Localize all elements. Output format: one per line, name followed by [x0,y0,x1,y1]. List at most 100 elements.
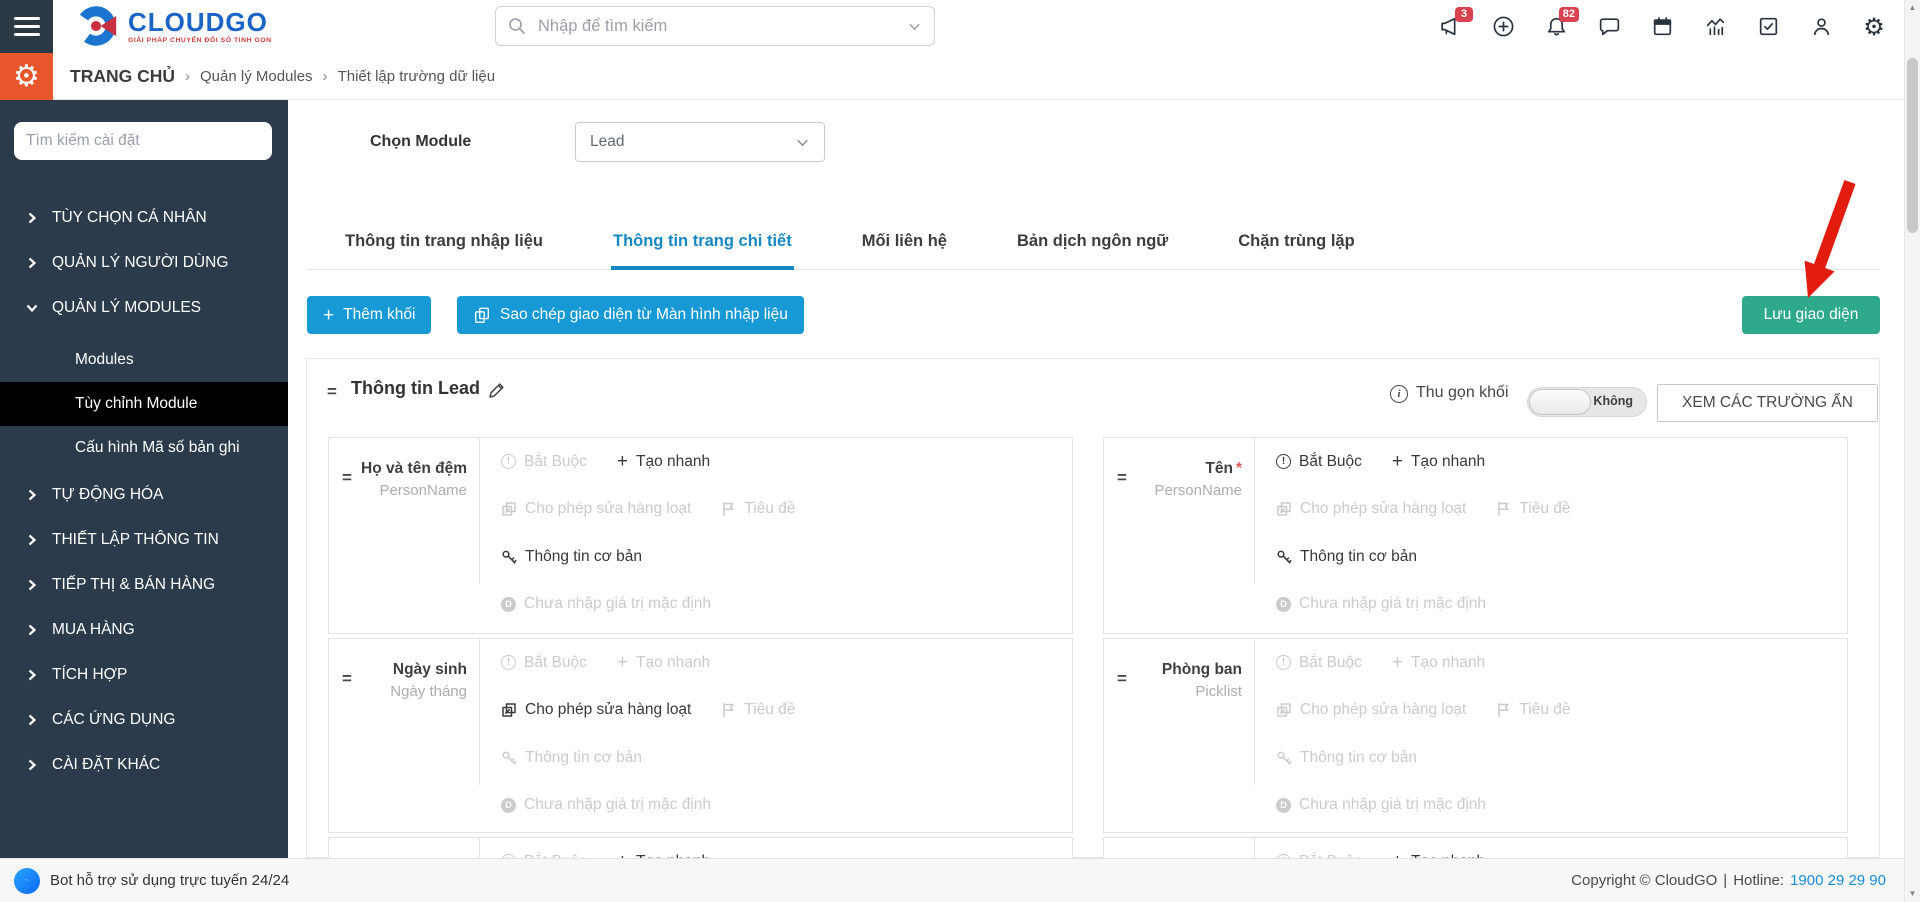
required-toggle[interactable]: !Bắt Buộc [501,453,587,471]
key-field-toggle[interactable]: Thông tin cơ bản [1276,749,1417,767]
header-field-toggle[interactable]: Tiêu đề [721,500,796,518]
tab-relationships[interactable]: Mối liên hệ [860,232,949,269]
vertical-scrollbar[interactable]: ▲ ▼ [1904,0,1920,902]
divider [1254,438,1255,584]
default-value-toggle[interactable]: D Chưa nhập giá trị mặc định [1276,595,1486,613]
sidebar-item-other-settings[interactable]: CÀI ĐẶT KHÁC [0,742,288,787]
required-toggle[interactable]: !Bắt Buộc [1276,453,1362,471]
divider [1254,639,1255,785]
bell-icon[interactable]: 82 [1543,6,1579,40]
edit-pencil-icon[interactable] [487,381,506,400]
save-layout-button[interactable]: Lưu giao diện [1742,296,1880,334]
sidebar-item-automation[interactable]: TỰ ĐỘNG HÓA [0,472,288,517]
calendar-icon[interactable] [1649,14,1675,40]
breadcrumb-home[interactable]: TRANG CHỦ [70,66,175,87]
sidebar-item-marketing-sales[interactable]: TIẾP THỊ & BÁN HÀNG [0,562,288,607]
tab-input-page-info[interactable]: Thông tin trang nhập liệu [343,232,545,269]
quick-create-toggle[interactable]: +Tạo nhanh [617,653,710,672]
user-icon[interactable] [1808,14,1834,40]
flag-icon [723,702,734,718]
key-field-toggle[interactable]: Thông tin cơ bản [501,548,642,566]
hamburger-menu-button[interactable] [0,0,53,53]
hotline-number[interactable]: 1900 29 29 90 [1790,872,1886,889]
add-block-button[interactable]: + Thêm khối [307,296,432,334]
sidebar-item-label: QUẢN LÝ NGƯỜI DÙNG [52,253,229,271]
collapse-block-toggle[interactable]: Không [1527,387,1647,417]
breadcrumb-modules[interactable]: Quản lý Modules [200,68,313,85]
messenger-icon[interactable] [14,868,40,894]
cloudgo-logo[interactable]: CLOUDGO GIẢI PHÁP CHUYỂN ĐỔI SỐ TINH GỌN [74,4,272,48]
module-select[interactable]: Lead [575,122,825,162]
sidebar-item-module-management[interactable]: QUẢN LÝ MODULES [0,285,288,330]
view-hidden-fields-button[interactable]: XEM CÁC TRƯỜNG ẨN [1657,384,1878,422]
header-field-toggle[interactable]: Tiêu đề [1496,500,1571,518]
collapse-block-label: Thu gọn khối [1416,384,1509,401]
key-icon [1277,550,1292,564]
plus-circle-icon[interactable] [1490,14,1516,40]
megaphone-icon[interactable]: 3 [1437,6,1473,40]
sidebar-item-purchasing[interactable]: MUA HÀNG [0,607,288,652]
sidebar-item-integrations[interactable]: TÍCH HỢP [0,652,288,697]
tab-language-translation[interactable]: Bản dịch ngôn ngữ [1015,232,1170,269]
default-value-icon: D [1276,596,1291,612]
sidebar-item-info-setup[interactable]: THIẾT LẬP THÔNG TIN [0,517,288,562]
chevron-right-icon [28,212,37,223]
sidebar-item-personal-options[interactable]: TÙY CHỌN CÁ NHÂN [0,195,288,240]
required-toggle[interactable]: !Bắt Buộc [1276,654,1362,672]
gear-icon[interactable]: ⚙ [1861,14,1887,40]
scrollbar-thumb[interactable] [1907,58,1918,233]
sidebar-item-user-management[interactable]: QUẢN LÝ NGƯỜI DÙNG [0,240,288,285]
exclamation-circle-icon: ! [1276,655,1291,670]
global-search-input[interactable] [536,15,897,37]
sidebar-subitem-record-number-config[interactable]: Cấu hình Mã số bản ghi [0,426,288,470]
analytics-icon[interactable] [1702,14,1728,40]
quick-create-toggle[interactable]: +Tạo nhanh [1392,653,1485,672]
default-value-toggle[interactable]: D Chưa nhập giá trị mặc định [1276,796,1486,814]
default-value-toggle[interactable]: D Chưa nhập giá trị mặc định [501,796,711,814]
chevron-right-icon [28,714,37,725]
logo-title: CLOUDGO [128,6,268,37]
global-search[interactable] [495,6,935,46]
field-card-phong-ban: = Phòng ban Picklist ! Bắt Buộc + Tạo nhan… [1103,638,1848,833]
sidebar-item-apps[interactable]: CÁC ỨNG DỤNG [0,697,288,742]
support-bot-link[interactable]: Bot hỗ trợ sử dụng trực tuyến 24/24 [50,859,289,902]
key-field-toggle[interactable]: Thông tin cơ bản [501,749,642,767]
key-icon [1277,751,1292,765]
tab-detail-page-info[interactable]: Thông tin trang chi tiết [610,232,794,270]
cloudgo-logo-icon [76,6,117,46]
chevron-down-icon [26,304,38,312]
scroll-up-icon[interactable]: ▲ [1905,3,1920,12]
mass-edit-toggle[interactable]: Cho phép sửa hàng loạt [1276,701,1466,719]
default-value-toggle[interactable]: D Chưa nhập giá trị mặc định [501,595,711,613]
sidebar-item-label: MUA HÀNG [52,620,135,638]
quick-create-toggle[interactable]: +Tạo nhanh [617,452,710,471]
copyright-text: Copyright © CloudGO [1571,872,1718,889]
required-toggle[interactable]: !Bắt Buộc [501,654,587,672]
breadcrumb-field-setup[interactable]: Thiết lập trường dữ liệu [338,68,496,85]
sidebar-subitem-customize-module[interactable]: Tùy chỉnh Module [0,382,288,426]
block-title: Thông tin Lead [351,378,480,398]
header-field-toggle[interactable]: Tiêu đề [1496,701,1571,719]
sidebar-nav: TÙY CHỌN CÁ NHÂN QUẢN LÝ NGƯỜI DÙNG QUẢN… [0,195,288,787]
settings-sidebar: TÙY CHỌN CÁ NHÂN QUẢN LÝ NGƯỜI DÙNG QUẢN… [0,100,288,858]
scroll-down-icon[interactable]: ▼ [1905,889,1920,898]
field-name: Họ và tên đệm [361,460,467,477]
sidebar-subitem-modules[interactable]: Modules [0,338,288,382]
task-check-icon[interactable] [1755,14,1781,40]
mass-edit-icon [1277,502,1291,516]
quick-create-toggle[interactable]: +Tạo nhanh [1392,452,1485,471]
chat-icon[interactable] [1596,14,1622,40]
info-icon[interactable]: i [1390,385,1408,403]
header-field-toggle[interactable]: Tiêu đề [721,701,796,719]
mass-edit-toggle[interactable]: Cho phép sửa hàng loạt [501,701,691,719]
settings-gear-tile[interactable]: ⚙ [0,53,53,100]
block-drag-handle-icon[interactable]: = [327,382,337,402]
breadcrumb: TRANG CHỦ › Quản lý Modules › Thiết lập … [53,53,1920,100]
field-card-ten: = Tên * PersonName ! Bắt Buộc + Tạo nhanh C… [1103,437,1848,634]
mass-edit-toggle[interactable]: Cho phép sửa hàng loạt [501,500,691,518]
key-field-toggle[interactable]: Thông tin cơ bản [1276,548,1417,566]
copy-layout-button[interactable]: Sao chép giao diện từ Màn hình nhập liệu [457,296,804,334]
mass-edit-toggle[interactable]: Cho phép sửa hàng loạt [1276,500,1466,518]
tab-duplicate-blocking[interactable]: Chặn trùng lặp [1236,232,1356,269]
sidebar-search-input[interactable] [14,122,272,160]
